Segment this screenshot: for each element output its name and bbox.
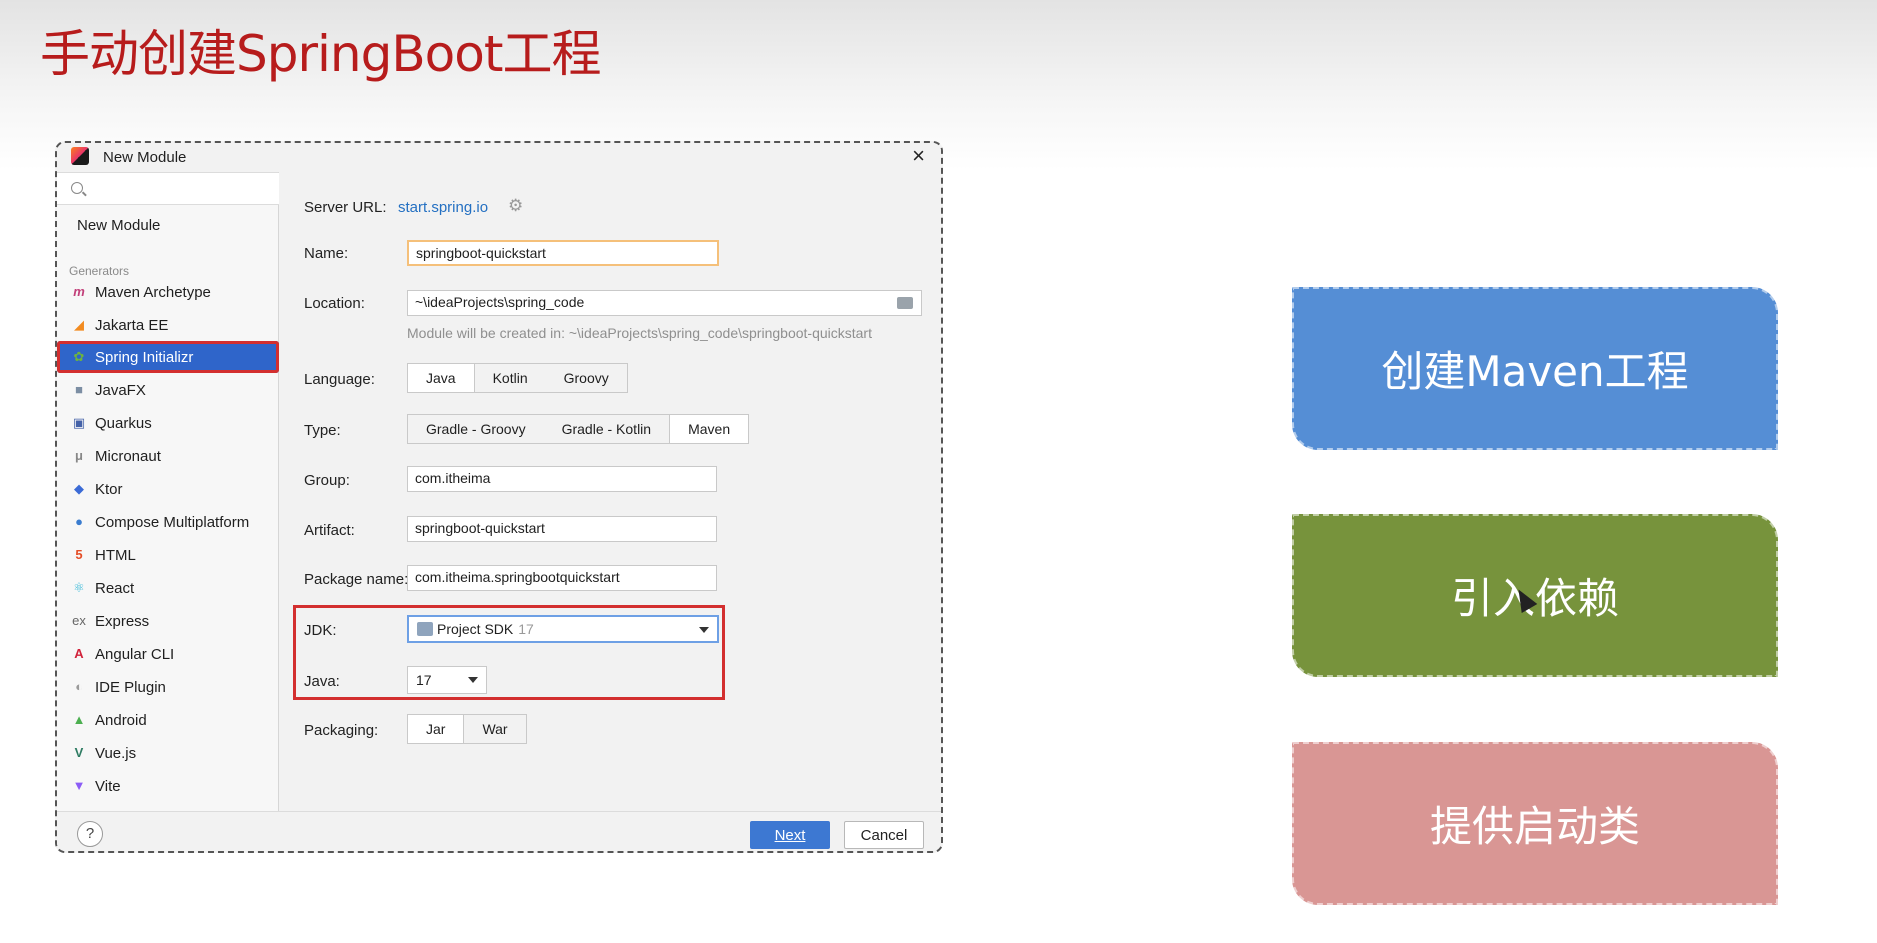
package-name-field[interactable]: com.itheima.springbootquickstart xyxy=(407,565,717,591)
sidebar-item-label: Micronaut xyxy=(95,447,161,465)
sidebar-item-label: Express xyxy=(95,612,150,630)
location-hint: Module will be created in: ~\ideaProject… xyxy=(407,325,872,341)
sidebar-item-label: Android xyxy=(95,711,147,729)
type-segmented-control: Gradle - Groovy Gradle - Kotlin Maven xyxy=(407,414,750,444)
android-icon: ▲ xyxy=(72,712,86,727)
sidebar-item-jakarta-ee[interactable]: ◢ Jakarta EE xyxy=(57,309,279,341)
jdk-highlight-box xyxy=(293,605,725,700)
server-url-label: Server URL: xyxy=(304,199,387,216)
group-field[interactable]: com.itheima xyxy=(407,466,717,492)
sidebar-item-ide-plugin[interactable]: ◐ IDE Plugin xyxy=(57,671,279,703)
sidebar-item-angular-cli[interactable]: A Angular CLI xyxy=(57,638,279,670)
sidebar-item-quarkus[interactable]: ▣ Quarkus xyxy=(57,407,279,439)
ide-plugin-icon: ◐ xyxy=(75,679,83,694)
sidebar-item-label: Jakarta EE xyxy=(95,316,169,334)
server-url-link[interactable]: start.spring.io xyxy=(398,199,488,216)
sidebar-item-label: IDE Plugin xyxy=(95,678,166,696)
maven-icon: m xyxy=(73,284,85,299)
express-icon: ex xyxy=(72,613,86,628)
sidebar-item-android[interactable]: ▲ Android xyxy=(57,704,279,736)
type-label: Type: xyxy=(304,422,341,439)
sidebar-item-label: JavaFX xyxy=(95,381,146,399)
sidebar-item-vuejs[interactable]: V Vue.js xyxy=(57,737,279,769)
sidebar-item-javafx[interactable]: ■ JavaFX xyxy=(57,374,279,406)
sidebar-item-label: Maven Archetype xyxy=(95,283,211,301)
react-icon: ⚛ xyxy=(73,580,85,595)
step-add-dependencies: 引入依赖 xyxy=(1292,514,1778,677)
sidebar-item-label: Ktor xyxy=(95,480,123,498)
generator-sidebar: New Module Generators m Maven Archetype … xyxy=(57,172,279,811)
sidebar-item-label: Vue.js xyxy=(95,744,137,762)
language-label: Language: xyxy=(304,371,375,388)
language-option-kotlin[interactable]: Kotlin xyxy=(475,364,546,392)
step-provide-startup-class: 提供启动类 xyxy=(1292,742,1778,905)
sidebar-item-maven-archetype[interactable]: m Maven Archetype xyxy=(57,276,279,308)
location-label: Location: xyxy=(304,295,365,312)
step-create-maven-project: 创建Maven工程 xyxy=(1292,287,1778,450)
html-icon: 5 xyxy=(75,547,83,562)
spring-icon: ✿ xyxy=(73,349,85,364)
location-value: ~\ideaProjects\spring_code xyxy=(415,294,585,310)
sidebar-item-ktor[interactable]: ◆ Ktor xyxy=(57,473,279,505)
dialog-footer: ? Next Cancel xyxy=(57,811,941,851)
sidebar-item-label: Quarkus xyxy=(95,414,152,432)
name-field[interactable]: springboot-quickstart xyxy=(407,240,719,266)
sidebar-item-new-module[interactable]: New Module xyxy=(77,217,160,234)
packaging-option-jar[interactable]: Jar xyxy=(408,715,465,743)
jakarta-icon: ◢ xyxy=(74,317,84,332)
sidebar-item-label: Vite xyxy=(95,777,121,795)
packaging-option-war[interactable]: War xyxy=(464,715,525,743)
search-icon xyxy=(71,182,83,194)
sidebar-item-label: Spring Initializr xyxy=(95,348,194,366)
language-option-groovy[interactable]: Groovy xyxy=(546,364,627,392)
micronaut-icon: μ xyxy=(75,448,83,463)
slide-title: 手动创建SpringBoot工程 xyxy=(40,25,601,83)
close-icon[interactable]: × xyxy=(912,143,925,169)
help-icon[interactable]: ? xyxy=(77,821,103,847)
cancel-button[interactable]: Cancel xyxy=(844,821,924,849)
angular-icon: A xyxy=(74,646,84,661)
sidebar-item-micronaut[interactable]: μ Micronaut xyxy=(57,440,279,472)
sidebar-search-input[interactable] xyxy=(57,173,279,205)
location-field[interactable]: ~\ideaProjects\spring_code xyxy=(407,290,922,316)
module-form: Server URL: start.spring.io ⚙ Name: spri… xyxy=(280,172,941,811)
group-label: Group: xyxy=(304,472,350,489)
sidebar-item-spring-initializr[interactable]: ✿ Spring Initializr xyxy=(57,341,279,373)
dialog-titlebar: New Module × xyxy=(57,143,941,171)
ktor-icon: ◆ xyxy=(74,481,84,496)
sidebar-item-html[interactable]: 5 HTML xyxy=(57,539,279,571)
sidebar-item-label: HTML xyxy=(95,546,136,564)
language-segmented-control: Java Kotlin Groovy xyxy=(407,363,628,393)
type-option-gradle-kotlin[interactable]: Gradle - Kotlin xyxy=(544,415,669,443)
sidebar-item-compose-multiplatform[interactable]: ● Compose Multiplatform xyxy=(57,506,279,538)
sidebar-item-vite[interactable]: ▼ Vite xyxy=(57,770,279,802)
folder-icon[interactable] xyxy=(897,297,913,309)
quarkus-icon: ▣ xyxy=(72,415,86,430)
sidebar-item-label: Compose Multiplatform xyxy=(95,513,250,531)
type-option-maven[interactable]: Maven xyxy=(669,415,749,443)
artifact-label: Artifact: xyxy=(304,522,355,539)
package-name-label: Package name: xyxy=(304,571,409,588)
compose-icon: ● xyxy=(75,514,83,529)
language-option-java[interactable]: Java xyxy=(408,364,475,392)
gear-icon[interactable]: ⚙ xyxy=(508,196,523,216)
artifact-field[interactable]: springboot-quickstart xyxy=(407,516,717,542)
sidebar-item-label: Angular CLI xyxy=(95,645,175,663)
name-label: Name: xyxy=(304,245,349,262)
dialog-title: New Module xyxy=(103,149,187,166)
packaging-label: Packaging: xyxy=(304,722,379,739)
sidebar-item-react[interactable]: ⚛ React xyxy=(57,572,279,604)
new-module-dialog: New Module × New Module Generators m Mav… xyxy=(55,141,943,853)
javafx-icon: ■ xyxy=(75,382,83,397)
vite-icon: ▼ xyxy=(72,778,86,793)
sidebar-item-express[interactable]: ex Express xyxy=(57,605,279,637)
vue-icon: V xyxy=(74,745,84,760)
type-option-gradle-groovy[interactable]: Gradle - Groovy xyxy=(408,415,544,443)
sidebar-item-label: React xyxy=(95,579,135,597)
next-button[interactable]: Next xyxy=(750,821,830,849)
intellij-icon xyxy=(71,147,89,165)
packaging-segmented-control: Jar War xyxy=(407,714,527,744)
